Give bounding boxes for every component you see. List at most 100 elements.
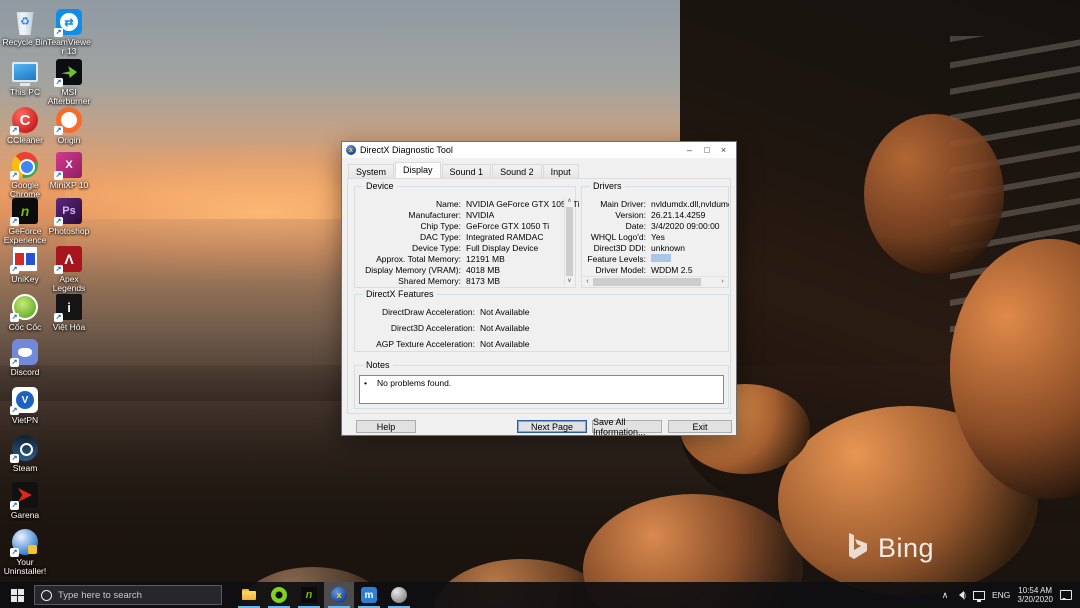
icon-label: VietPN bbox=[2, 416, 48, 425]
desktop-icon-garena[interactable]: Garena bbox=[2, 481, 48, 520]
icon-label: Cốc Cốc bbox=[2, 323, 48, 332]
taskbar-nvidia-geforce[interactable]: n bbox=[294, 582, 324, 608]
taskbar-file-explorer[interactable] bbox=[234, 582, 264, 608]
language-indicator[interactable]: ENG bbox=[992, 590, 1010, 600]
desktop-icon-teamviewer[interactable]: ⇄TeamViewer 13 bbox=[46, 8, 92, 56]
desktop-icon-recycle-bin[interactable]: ♻Recycle Bin bbox=[2, 8, 48, 47]
device-row-value: 12191 MB bbox=[466, 254, 505, 264]
notes-bullet: • bbox=[364, 378, 367, 401]
tab-strip: System Display Sound 1 Sound 2 Input bbox=[348, 164, 580, 179]
taskbar-dxdiag-active[interactable]: x bbox=[324, 582, 354, 608]
desktop-icon-your-uninstaller[interactable]: Your Uninstaller! bbox=[2, 528, 48, 576]
window-title: DirectX Diagnostic Tool bbox=[360, 145, 681, 155]
viet-hoa-icon: i bbox=[56, 294, 82, 320]
desktop-icon-minixp[interactable]: XMiniXP 10 bbox=[46, 151, 92, 190]
taskbar: n x m ∧ ) ENG 10:54 AM 3/20/2020 bbox=[0, 582, 1080, 608]
icon-label: This PC bbox=[2, 88, 48, 97]
feature-row-label: Direct3D Acceleration: bbox=[357, 323, 475, 333]
feature-row-label: AGP Texture Acceleration: bbox=[357, 339, 475, 349]
icon-label: GeForce Experience bbox=[2, 227, 48, 245]
taskbar-search-box[interactable] bbox=[34, 585, 222, 605]
scrollbar-thumb[interactable] bbox=[593, 278, 701, 286]
teamviewer-icon: ⇄ bbox=[56, 9, 82, 35]
network-display-icon[interactable] bbox=[973, 591, 985, 600]
file-explorer-icon bbox=[241, 587, 257, 603]
device-row-label: Display Memory (VRAM): bbox=[357, 265, 461, 275]
help-button[interactable]: Help bbox=[356, 420, 416, 433]
exit-button[interactable]: Exit bbox=[668, 420, 732, 433]
driver-row-value: nvldumdx.dll,nvldumdx.dll,nvldumdx.d bbox=[651, 199, 729, 209]
desktop-icon-google-chrome[interactable]: Google Chrome bbox=[2, 151, 48, 199]
desktop-icon-steam[interactable]: Steam bbox=[2, 434, 48, 473]
scroll-left-arrow-icon[interactable]: ‹ bbox=[583, 277, 592, 286]
bing-logo-icon bbox=[846, 532, 870, 564]
tab-display[interactable]: Display bbox=[395, 162, 441, 178]
desktop-icon-vietpn[interactable]: VVietPN bbox=[2, 386, 48, 425]
desktop-icon-msi-afterburner[interactable]: MSI Afterburner bbox=[46, 58, 92, 106]
icon-label: UniKey bbox=[2, 275, 48, 284]
scroll-up-arrow-icon[interactable]: ∧ bbox=[565, 197, 574, 206]
icon-label: Photoshop bbox=[46, 227, 92, 236]
titlebar[interactable]: x DirectX Diagnostic Tool – × bbox=[342, 142, 736, 158]
notes-text: No problems found. bbox=[377, 378, 451, 401]
driver-row-value: Yes bbox=[651, 232, 665, 242]
apex-legends-icon: Λ bbox=[56, 246, 82, 272]
action-center-icon[interactable] bbox=[1060, 590, 1072, 600]
cortana-search-icon bbox=[41, 590, 52, 601]
maximize-button[interactable] bbox=[698, 143, 715, 157]
device-row-value: NVIDIA bbox=[466, 210, 494, 220]
drivers-groupbox-title: Drivers bbox=[590, 181, 625, 191]
desktop-icon-apex-legends[interactable]: Λ Apex Legends bbox=[46, 245, 92, 293]
photoshop-icon: Ps bbox=[56, 198, 82, 224]
tab-sound-1[interactable]: Sound 1 bbox=[442, 164, 492, 178]
taskbar-clock[interactable]: 10:54 AM 3/20/2020 bbox=[1017, 586, 1053, 604]
taskbar-blue-m-app[interactable]: m bbox=[354, 582, 384, 608]
steam-icon bbox=[12, 435, 38, 461]
driver-row-label: Driver Model: bbox=[584, 265, 646, 275]
notes-text-area[interactable]: • No problems found. bbox=[359, 375, 724, 404]
desktop-icon-unikey[interactable]: UniKey bbox=[2, 245, 48, 284]
desktop-icon-photoshop[interactable]: Ps Photoshop bbox=[46, 197, 92, 236]
desktop-icon-ccleaner[interactable]: CCCleaner bbox=[2, 106, 48, 145]
scroll-down-arrow-icon[interactable]: ∨ bbox=[565, 277, 574, 286]
tab-input[interactable]: Input bbox=[543, 164, 579, 178]
icon-label: Apex Legends bbox=[46, 275, 92, 293]
device-row-value: Integrated RAMDAC bbox=[466, 232, 543, 242]
desktop-icon-viet-hoa[interactable]: iViệt Hóa bbox=[46, 293, 92, 332]
tab-sound-2[interactable]: Sound 2 bbox=[492, 164, 542, 178]
volume-icon[interactable]: ) bbox=[955, 591, 966, 600]
this-pc-icon bbox=[12, 62, 38, 82]
close-button[interactable]: × bbox=[715, 143, 732, 157]
desktop-icon-coc-coc[interactable]: Cốc Cốc bbox=[2, 293, 48, 332]
driver-row-label: Main Driver: bbox=[584, 199, 646, 209]
device-vertical-scrollbar[interactable]: ∧∨ bbox=[564, 197, 574, 286]
desktop-icon-this-pc[interactable]: This PC bbox=[2, 58, 48, 97]
dxdiag-window-icon: x bbox=[346, 145, 356, 155]
msi-afterburner-icon bbox=[56, 59, 82, 85]
icon-label: CCleaner bbox=[2, 136, 48, 145]
feature-row-value: Not Available bbox=[480, 307, 529, 317]
desktop-icon-origin[interactable]: Origin bbox=[46, 106, 92, 145]
icon-label: Your Uninstaller! bbox=[2, 558, 48, 576]
scroll-right-arrow-icon[interactable]: › bbox=[718, 277, 727, 286]
device-row-label: Approx. Total Memory: bbox=[357, 254, 461, 264]
show-hidden-icons-chevron[interactable]: ∧ bbox=[942, 590, 949, 601]
search-input[interactable] bbox=[58, 590, 198, 601]
taskbar-gray-round-app[interactable] bbox=[384, 582, 414, 608]
device-row-value: GeForce GTX 1050 Ti bbox=[466, 221, 549, 231]
start-button[interactable] bbox=[0, 582, 34, 608]
minimize-button[interactable]: – bbox=[681, 143, 698, 157]
next-page-button[interactable]: Next Page bbox=[517, 420, 587, 433]
taskbar-medal-app[interactable] bbox=[264, 582, 294, 608]
desktop-icon-geforce-experience[interactable]: nGeForce Experience bbox=[2, 197, 48, 245]
save-all-information-button[interactable]: Save All Information... bbox=[592, 420, 662, 433]
feature-row-value: Not Available bbox=[480, 323, 529, 333]
tray-time: 10:54 AM bbox=[1017, 586, 1053, 595]
icon-label: Garena bbox=[2, 511, 48, 520]
driver-row-value: unknown bbox=[651, 243, 685, 253]
drivers-horizontal-scrollbar[interactable]: ‹› bbox=[583, 276, 727, 286]
tab-system[interactable]: System bbox=[348, 164, 394, 178]
scrollbar-thumb[interactable] bbox=[566, 207, 573, 276]
desktop-icon-discord[interactable]: Discord bbox=[2, 338, 48, 377]
display-tab-page: Device Name:NVIDIA GeForce GTX 1050 Ti M… bbox=[347, 178, 731, 414]
